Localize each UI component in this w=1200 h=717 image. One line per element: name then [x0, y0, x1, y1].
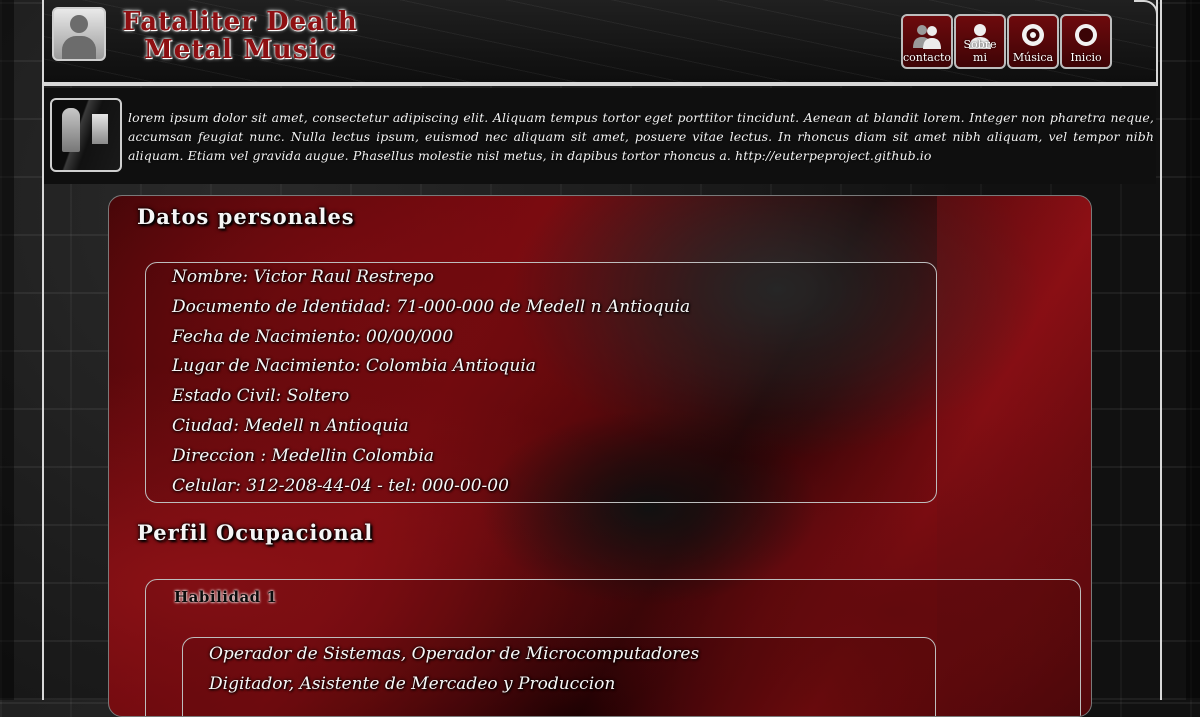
skill-item: Operador de Sistemas, Operador de Microc… — [209, 644, 700, 664]
info-direccion: Direccion : Medellin Colombia — [172, 445, 435, 466]
nav-contacto-label: contacto — [903, 51, 952, 64]
info-lugar-nacimiento: Lugar de Nacimiento: Colombia Antioquia — [172, 356, 536, 377]
info-nombre: Nombre: Victor Raul Restrepo — [172, 267, 434, 287]
avatar-icon[interactable] — [52, 7, 106, 61]
logo-line1: Fataliter Death — [122, 7, 358, 37]
home-ring-icon — [1075, 24, 1097, 46]
logo-line2: Metal Music — [143, 35, 337, 65]
music-target-icon — [1022, 24, 1044, 46]
occupational-profile-panel: Habilidad 1 Operador de Sistemas, Operad… — [145, 579, 1081, 716]
personal-data-list: Nombre: Victor Raul Restrepo Documento d… — [172, 263, 690, 501]
site-header: Fataliter Death Metal Music contacto Sob… — [42, 0, 1158, 84]
left-shade — [0, 0, 14, 700]
nav-sobre-mi[interactable]: Sobre mi — [954, 14, 1006, 69]
nav-musica[interactable]: Música — [1007, 14, 1059, 69]
intro-section: lorem ipsum dolor sit amet, consectetur … — [44, 88, 1156, 184]
skill-list: Operador de Sistemas, Operador de Microc… — [209, 640, 699, 700]
nav-contacto[interactable]: contacto — [901, 14, 953, 69]
site-logo[interactable]: Fataliter Death Metal Music — [120, 8, 360, 64]
contacts-icon — [913, 25, 941, 49]
info-estado-civil: Estado Civil: Soltero — [172, 386, 350, 407]
info-fecha-nacimiento: Fecha de Nacimiento: 00/00/000 — [172, 326, 454, 347]
info-ciudad: Ciudad: Medell n Antioquia — [172, 415, 409, 436]
main-nav: contacto Sobre mi Música Inicio — [901, 14, 1112, 69]
personal-data-panel: Nombre: Victor Raul Restrepo Documento d… — [145, 262, 937, 503]
occupational-profile-title: Perfil Ocupacional — [137, 520, 374, 545]
info-celular: Celular: 312-208-44-04 - tel: 000-00-00 — [172, 475, 509, 496]
skill-item: Digitador, Asistente de Mercadeo y Produ… — [209, 673, 616, 694]
info-documento: Documento de Identidad: 71-000-000 de Me… — [172, 296, 691, 317]
header-divider — [42, 84, 1158, 86]
main-content: Datos personales Nombre: Victor Raul Res… — [108, 195, 1092, 717]
skill-subtitle: Habilidad 1 — [174, 588, 278, 606]
nav-musica-label: Música — [1012, 51, 1054, 64]
nav-inicio-label: Inicio — [1070, 51, 1102, 64]
nav-sobre-mi-label: Sobre mi — [963, 38, 997, 64]
nav-inicio[interactable]: Inicio — [1060, 14, 1112, 69]
band-photo — [50, 98, 122, 172]
skill-list-panel: Operador de Sistemas, Operador de Microc… — [182, 637, 936, 716]
intro-paragraph: lorem ipsum dolor sit amet, consectetur … — [128, 110, 1154, 163]
personal-data-title: Datos personales — [137, 204, 355, 229]
right-shade — [1186, 0, 1200, 700]
